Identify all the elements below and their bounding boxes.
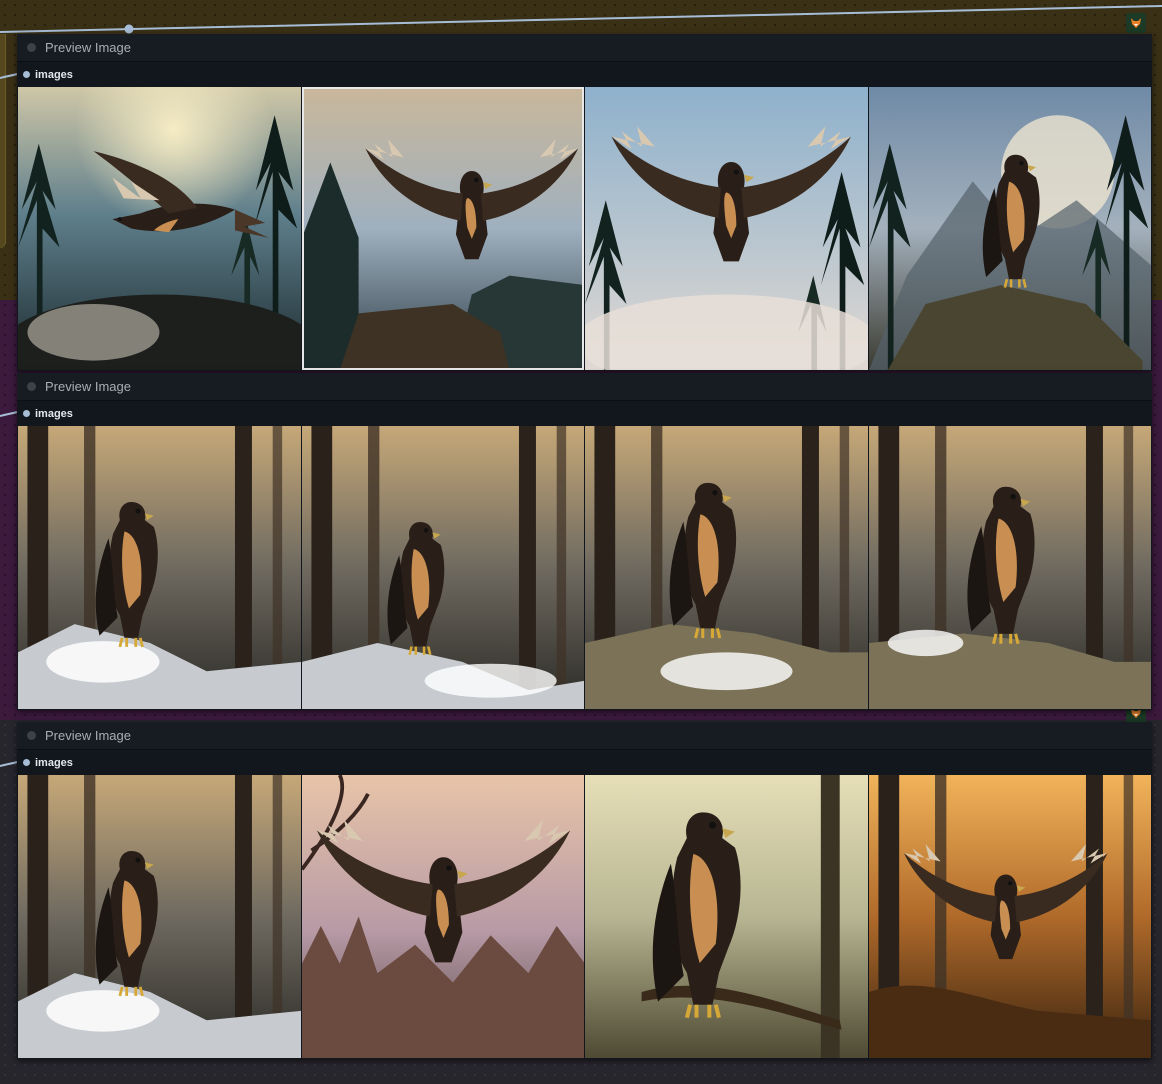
hawk-perched-snow-icon — [18, 426, 301, 709]
preview-image-node-3[interactable]: Preview Image images — [17, 722, 1152, 1059]
wire-node-3 — [0, 761, 18, 767]
hawk-perched-snow-icon — [301, 426, 584, 709]
output-label: images — [35, 756, 73, 769]
preview-image-thumbnail[interactable] — [301, 775, 584, 1058]
node-collapse-dot-icon[interactable] — [27, 382, 36, 391]
node-collapse-dot-icon[interactable] — [27, 731, 36, 740]
preview-image-node-1[interactable]: Preview Image images — [17, 34, 1152, 371]
wire-node-1 — [0, 73, 18, 79]
hawk-perched-snow-icon — [585, 426, 868, 709]
preview-image-thumbnail[interactable] — [18, 87, 301, 370]
output-slot-dot-icon[interactable] — [23, 410, 30, 417]
node-collapse-dot-icon[interactable] — [27, 43, 36, 52]
preview-image-thumbnail[interactable] — [18, 426, 301, 709]
wire-top — [0, 5, 1162, 33]
node-title: Preview Image — [45, 379, 131, 394]
node-output-row: images — [17, 62, 1152, 87]
preview-image-thumbnail[interactable] — [301, 426, 584, 709]
node-output-row: images — [17, 401, 1152, 426]
image-grid — [17, 775, 1152, 1059]
node-header[interactable]: Preview Image — [17, 722, 1152, 750]
hawk-perched-branch-icon — [585, 775, 868, 1058]
hawk-wings-spread-icon — [301, 775, 584, 1058]
hawk-wings-spread-icon — [585, 87, 868, 370]
hawk-flying-icon — [868, 775, 1151, 1058]
wire-top-handle — [124, 24, 134, 34]
output-slot-dot-icon[interactable] — [23, 71, 30, 78]
output-label: images — [35, 68, 73, 81]
output-slot-dot-icon[interactable] — [23, 759, 30, 766]
node-header[interactable]: Preview Image — [17, 34, 1152, 62]
preview-image-thumbnail[interactable] — [868, 775, 1151, 1058]
wire-node-2 — [0, 411, 18, 417]
preview-image-thumbnail[interactable] — [868, 426, 1151, 709]
node-output-row: images — [17, 750, 1152, 775]
fox-badge-icon[interactable] — [1126, 13, 1146, 33]
preview-image-thumbnail[interactable] — [585, 87, 868, 370]
hawk-perched-moon-icon — [868, 87, 1151, 370]
node-title: Preview Image — [45, 728, 131, 743]
preview-image-thumbnail[interactable] — [868, 87, 1151, 370]
hawk-flying-left-icon — [18, 87, 301, 370]
hawk-perched-wings-open-icon — [301, 87, 584, 370]
node-header[interactable]: Preview Image — [17, 373, 1152, 401]
preview-image-thumbnail-selected[interactable] — [301, 87, 584, 370]
image-grid — [17, 426, 1152, 710]
output-label: images — [35, 407, 73, 420]
hawk-perched-snow-icon — [868, 426, 1151, 709]
preview-image-node-2[interactable]: Preview Image images — [17, 373, 1152, 710]
preview-image-thumbnail[interactable] — [585, 426, 868, 709]
image-grid — [17, 87, 1152, 371]
preview-image-thumbnail[interactable] — [585, 775, 868, 1058]
hawk-perched-snow-icon — [18, 775, 301, 1058]
preview-image-thumbnail[interactable] — [18, 775, 301, 1058]
node-title: Preview Image — [45, 40, 131, 55]
